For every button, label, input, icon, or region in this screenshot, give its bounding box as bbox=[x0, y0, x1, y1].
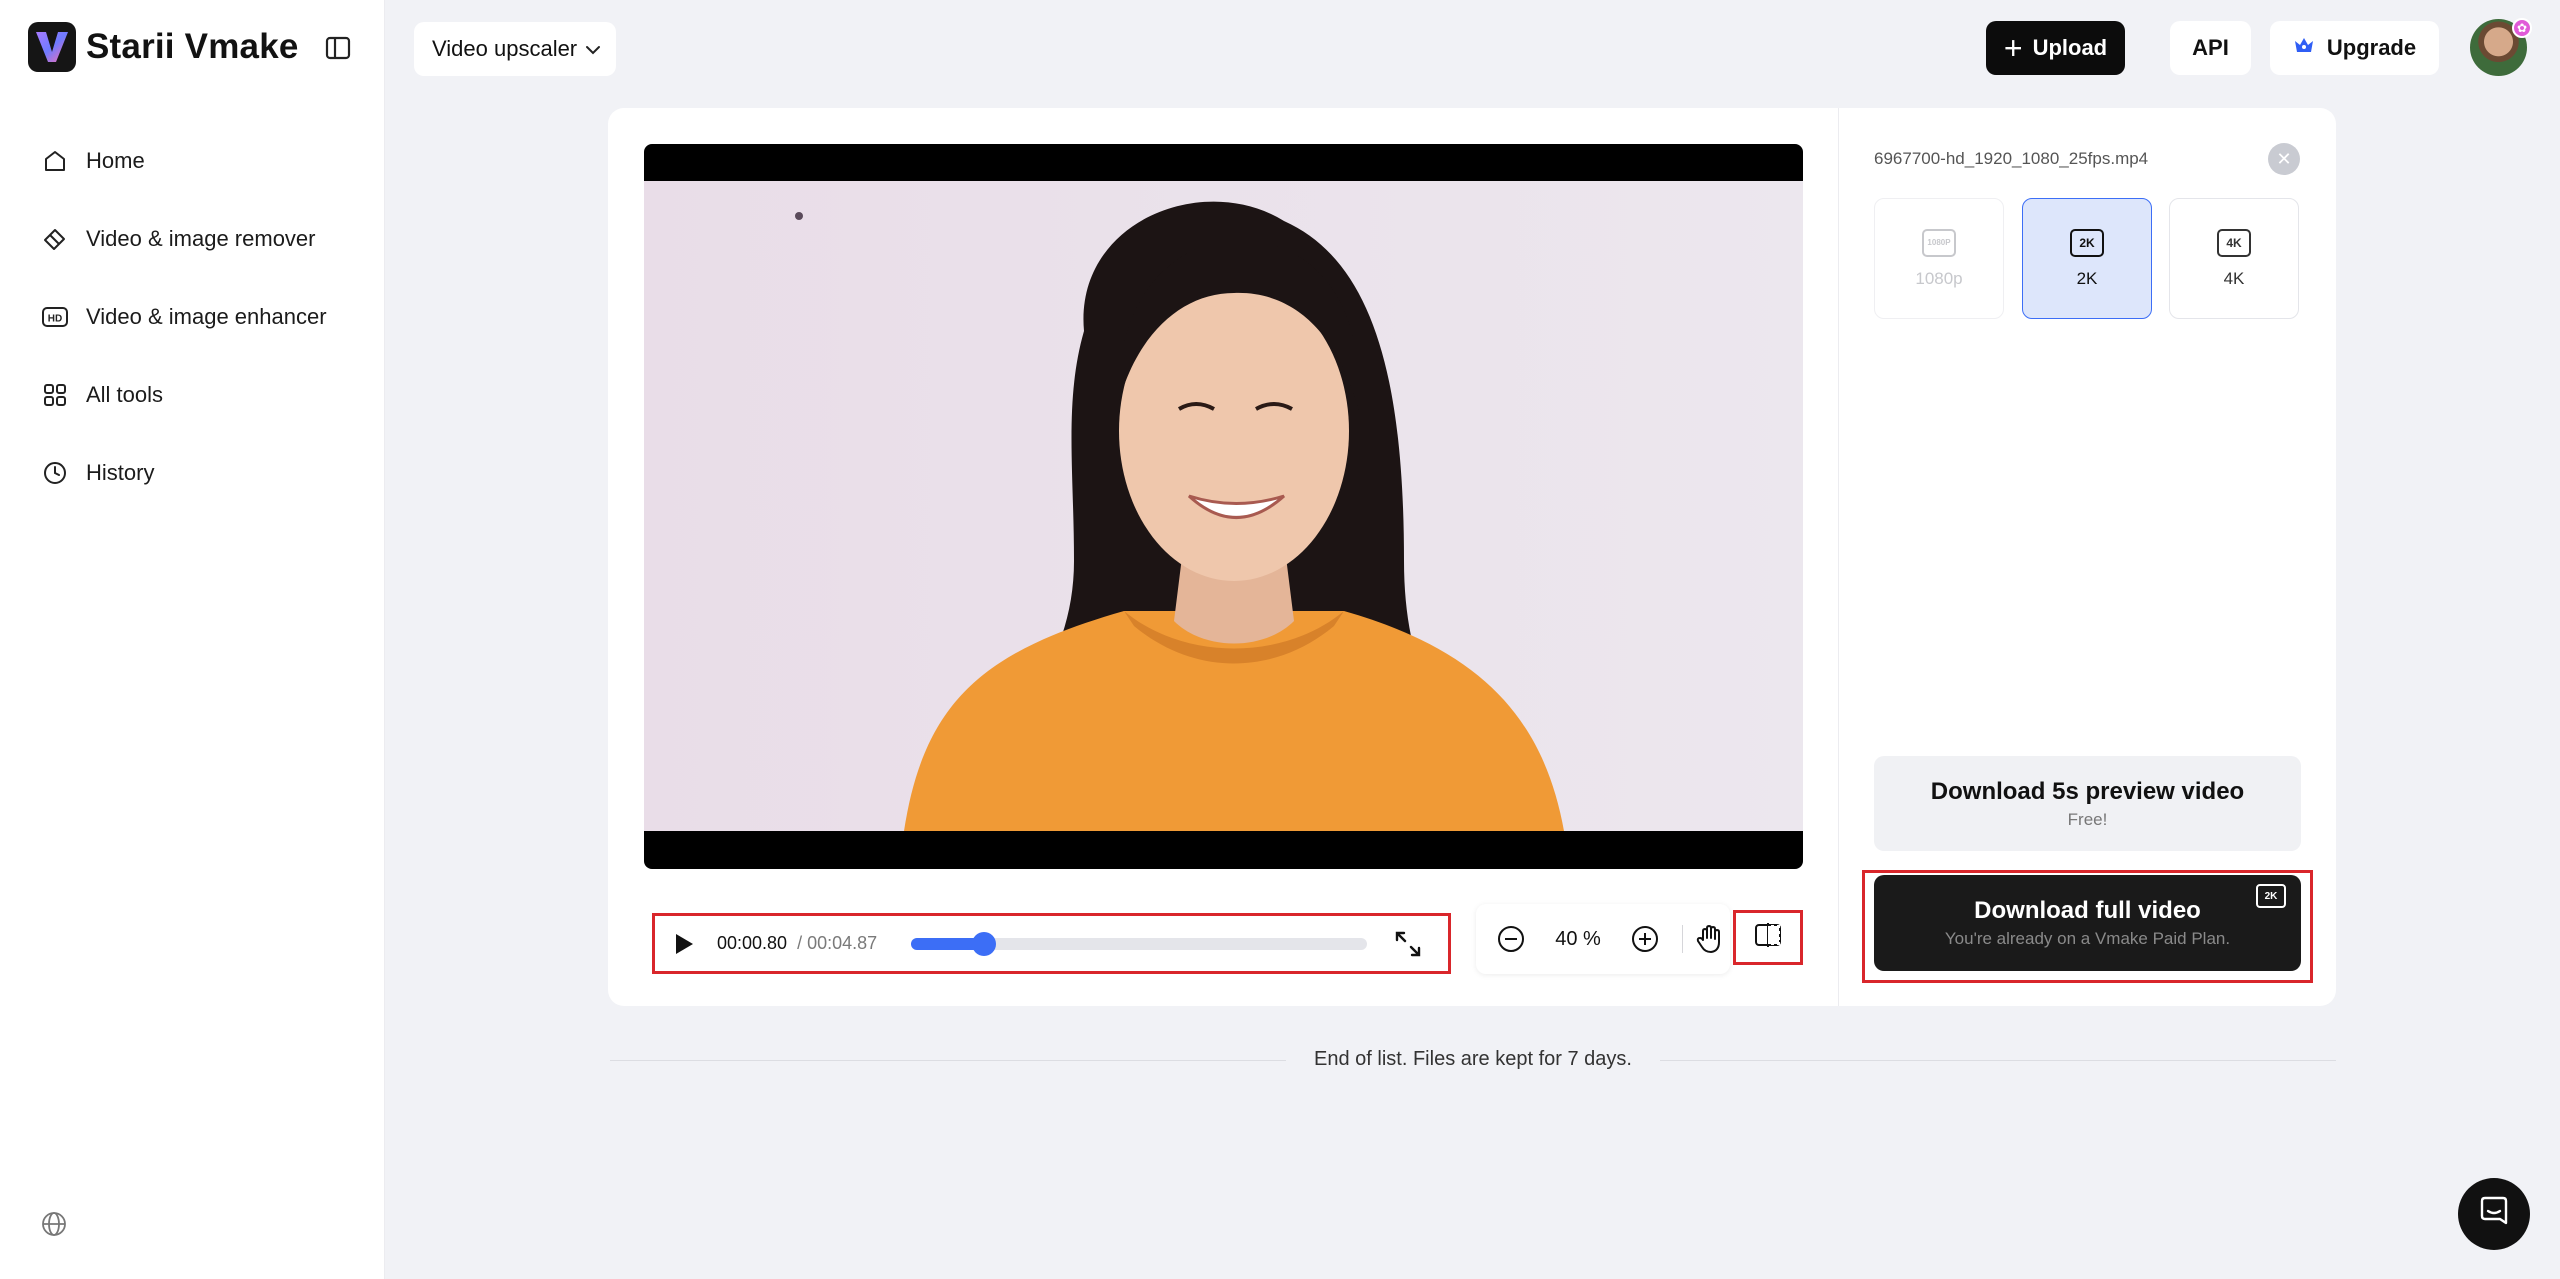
sidebar-item-all-tools[interactable]: All tools bbox=[24, 356, 364, 434]
compare-split-icon bbox=[1753, 922, 1783, 953]
play-icon[interactable] bbox=[671, 931, 697, 957]
end-of-list-text: End of list. Files are kept for 7 days. bbox=[1314, 1048, 1632, 1070]
svg-text:HD: HD bbox=[48, 314, 62, 325]
zoom-out-icon[interactable] bbox=[1496, 924, 1526, 954]
resolution-option-1080p[interactable]: 1080P 1080p bbox=[1874, 198, 2004, 319]
divider bbox=[1660, 1060, 2336, 1061]
res-1080p-icon: 1080P bbox=[1922, 228, 1956, 257]
sidebar-toggle-icon[interactable] bbox=[324, 34, 352, 62]
hd-icon: HD bbox=[40, 302, 70, 332]
res-4k-icon: 4K bbox=[2217, 228, 2251, 257]
chat-support-button[interactable] bbox=[2458, 1178, 2530, 1250]
download-preview-sub: Free! bbox=[2067, 809, 2108, 829]
upgrade-button[interactable]: Upgrade bbox=[2270, 21, 2439, 75]
grid-icon bbox=[40, 380, 70, 410]
resolution-label: 4K bbox=[2223, 268, 2245, 288]
globe-icon[interactable] bbox=[40, 1210, 70, 1240]
close-icon[interactable]: ✕ bbox=[2268, 143, 2300, 175]
sidebar-item-label: All tools bbox=[86, 382, 164, 407]
resolution-label: 1080p bbox=[1915, 268, 1963, 288]
chevron-down-icon bbox=[585, 36, 601, 62]
hand-pan-icon[interactable] bbox=[1693, 923, 1725, 955]
sidebar-item-label: Home bbox=[86, 148, 145, 173]
zoom-controls: 40 % bbox=[1476, 904, 1730, 974]
download-preview-label: Download 5s preview video bbox=[1930, 777, 2245, 805]
upload-button[interactable]: + Upload bbox=[1986, 21, 2125, 75]
api-button[interactable]: API bbox=[2170, 21, 2251, 75]
sidebar-item-label: Video & image remover bbox=[86, 226, 316, 251]
crown-icon bbox=[2293, 35, 2315, 61]
avatar-badge-icon: ✿ bbox=[2512, 18, 2532, 38]
playback-controls: 00:00.80 / 00:04.87 bbox=[652, 913, 1451, 974]
plus-icon: + bbox=[2003, 30, 2023, 66]
brand[interactable]: Starii Vmake bbox=[28, 22, 299, 72]
divider bbox=[1682, 925, 1683, 953]
upload-label: Upload bbox=[2032, 35, 2108, 60]
progress-handle[interactable] bbox=[971, 932, 996, 956]
chat-icon bbox=[2477, 1195, 2511, 1234]
sidebar-item-remover[interactable]: Video & image remover bbox=[24, 200, 364, 278]
panel-divider bbox=[1838, 108, 1839, 1006]
zoom-level: 40 % bbox=[1555, 927, 1601, 950]
download-full-label: Download full video bbox=[1974, 897, 2201, 924]
compare-split-button[interactable] bbox=[1733, 910, 1803, 965]
fullscreen-icon[interactable] bbox=[1393, 929, 1423, 959]
sidebar-item-label: History bbox=[86, 460, 155, 485]
divider bbox=[610, 1060, 1286, 1061]
sidebar-item-label: Video & image enhancer bbox=[86, 304, 327, 329]
brand-name: Starii Vmake bbox=[86, 27, 299, 66]
download-full-button[interactable]: Download full video You're already on a … bbox=[1874, 875, 2301, 971]
resolution-label: 2K bbox=[2076, 268, 2098, 288]
total-time: / 00:04.87 bbox=[797, 933, 878, 953]
sidebar: Starii Vmake Home Video & image remover … bbox=[0, 0, 385, 1279]
tool-select-value: Video upscaler bbox=[432, 36, 578, 61]
vmake-logo bbox=[28, 22, 76, 72]
tool-select-dropdown[interactable]: Video upscaler bbox=[414, 22, 616, 76]
upgrade-label: Upgrade bbox=[2326, 35, 2417, 60]
current-time: 00:00.80 bbox=[717, 933, 788, 953]
sidebar-item-history[interactable]: History bbox=[24, 434, 364, 512]
zoom-in-icon[interactable] bbox=[1630, 924, 1660, 954]
resolution-option-2k[interactable]: 2K 2K bbox=[2022, 198, 2152, 319]
download-preview-button[interactable]: Download 5s preview video Free! bbox=[1874, 756, 2301, 851]
video-preview[interactable] bbox=[644, 144, 1803, 869]
res-2k-icon: 2K bbox=[2070, 228, 2104, 257]
sidebar-item-home[interactable]: Home bbox=[24, 122, 364, 200]
file-name: 6967700-hd_1920_1080_25fps.mp4 bbox=[1874, 149, 2149, 168]
sidebar-item-enhancer[interactable]: HD Video & image enhancer bbox=[24, 278, 364, 356]
clock-icon bbox=[40, 458, 70, 488]
sidebar-nav: Home Video & image remover HD Video & im… bbox=[24, 122, 364, 512]
home-icon bbox=[40, 146, 70, 176]
progress-bar[interactable] bbox=[911, 932, 1367, 956]
download-full-sub: You're already on a Vmake Paid Plan. bbox=[1944, 929, 2231, 948]
res-2k-badge-icon: 2K bbox=[2256, 884, 2286, 908]
resolution-option-4k[interactable]: 4K 4K bbox=[2169, 198, 2299, 319]
api-label: API bbox=[2192, 35, 2229, 60]
eraser-icon bbox=[40, 224, 70, 254]
